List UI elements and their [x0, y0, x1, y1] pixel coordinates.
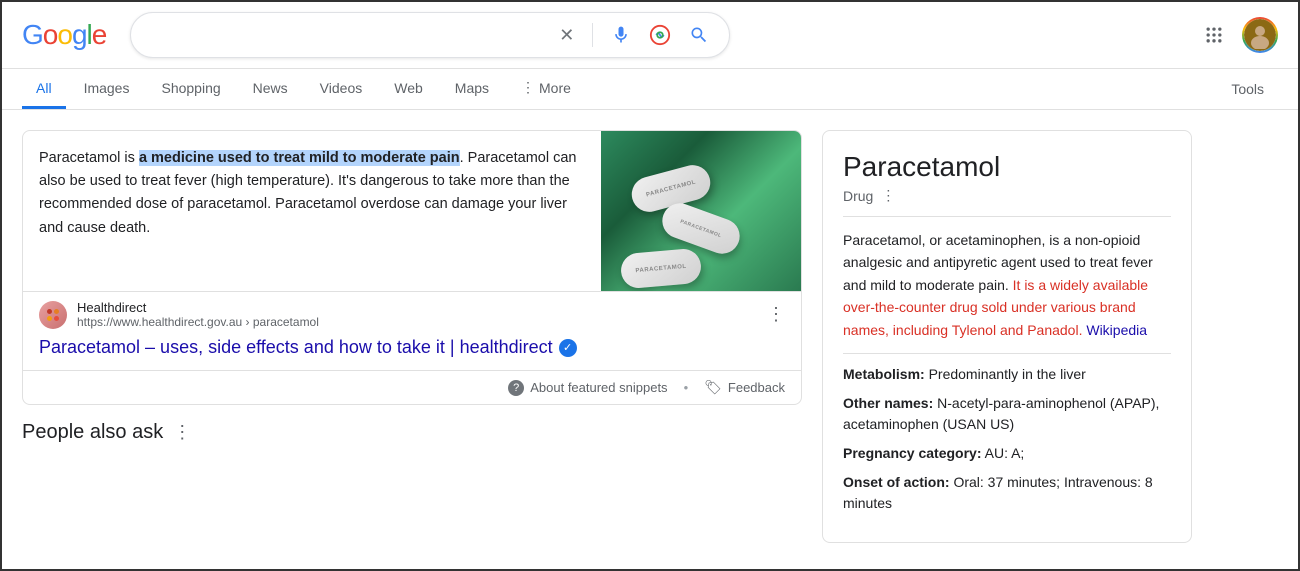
header: Google Paracetamol ✕: [2, 2, 1298, 69]
kp-other-names: Other names: N-acetyl-para-aminophenol (…: [843, 393, 1171, 435]
kp-pregnancy: Pregnancy category: AU: A;: [843, 443, 1171, 464]
tab-all[interactable]: All: [22, 70, 66, 109]
kp-metabolism: Metabolism: Predominantly in the liver: [843, 364, 1171, 385]
mic-button[interactable]: [607, 21, 635, 49]
main-content: Paracetamol is a medicine used to treat …: [2, 110, 1298, 541]
favicon-dot-1: [47, 309, 52, 314]
snippet-footer: ? About featured snippets • 🏷 Feedback: [23, 370, 801, 404]
nav-tabs: All Images Shopping News Videos Web Maps…: [2, 69, 1298, 110]
feedback-label: Feedback: [728, 380, 785, 395]
kp-title: Paracetamol: [843, 151, 1171, 183]
kp-type: Drug ⋮: [843, 187, 1171, 217]
search-icon: [689, 25, 709, 45]
clear-button[interactable]: ✕: [555, 21, 578, 50]
favicon-dot-4: [54, 316, 59, 321]
kp-wikipedia-link[interactable]: Wikipedia: [1082, 322, 1147, 338]
tools-button[interactable]: Tools: [1217, 71, 1278, 107]
search-divider: [592, 23, 593, 47]
tab-videos[interactable]: Videos: [306, 70, 377, 109]
more-dots-icon: ⋮: [521, 79, 535, 96]
tab-shopping[interactable]: Shopping: [147, 70, 234, 109]
about-snippets-button[interactable]: ? About featured snippets: [508, 380, 667, 396]
knowledge-panel: Paracetamol Drug ⋮ Paracetamol, or aceta…: [822, 130, 1192, 543]
feedback-icon: 🏷: [704, 379, 722, 396]
snippet-highlight: a medicine used to treat mild to moderat…: [139, 150, 460, 166]
people-ask-menu-icon[interactable]: ⋮: [173, 422, 191, 443]
grid-icon: [1204, 25, 1224, 45]
kp-other-names-label: Other names:: [843, 395, 933, 411]
lens-icon: [649, 24, 671, 46]
feedback-button[interactable]: 🏷 Feedback: [704, 379, 785, 396]
question-icon: ?: [508, 380, 524, 396]
search-icons: ✕: [555, 20, 713, 50]
tab-images[interactable]: Images: [70, 70, 144, 109]
search-bar: Paracetamol ✕: [130, 12, 730, 58]
tab-more[interactable]: ⋮ More: [507, 69, 585, 109]
favicon-dot-3: [47, 316, 52, 321]
grid-menu-button[interactable]: [1200, 21, 1228, 49]
favicon-dots: [47, 309, 59, 321]
kp-onset: Onset of action: Oral: 37 minutes; Intra…: [843, 472, 1171, 514]
avatar[interactable]: [1242, 17, 1278, 53]
source-link-text: Paracetamol – uses, side effects and how…: [39, 337, 553, 358]
kp-metabolism-value: Predominantly in the liver: [925, 366, 1086, 382]
about-snippets-label: About featured snippets: [530, 380, 667, 395]
source-url: https://www.healthdirect.gov.au › parace…: [77, 315, 753, 329]
source-name: Healthdirect: [77, 300, 753, 315]
kp-menu-icon[interactable]: ⋮: [881, 187, 895, 204]
favicon-dot-2: [54, 309, 59, 314]
pill-image-3: PARACETAMOL: [620, 248, 703, 290]
people-ask-title: People also ask: [22, 421, 163, 444]
source-favicon: [39, 301, 67, 329]
snippet-body: Paracetamol is a medicine used to treat …: [23, 131, 801, 291]
footer-separator: •: [684, 380, 689, 395]
source-info: Healthdirect https://www.healthdirect.go…: [77, 300, 753, 329]
kp-pregnancy-label: Pregnancy category:: [843, 445, 982, 461]
clear-icon: ✕: [559, 25, 574, 46]
kp-description: Paracetamol, or acetaminophen, is a non-…: [843, 229, 1171, 341]
left-panel: Paracetamol is a medicine used to treat …: [22, 130, 802, 541]
search-input[interactable]: Paracetamol: [147, 26, 555, 44]
people-also-ask-section: People also ask ⋮: [22, 421, 802, 444]
lens-button[interactable]: [645, 20, 675, 50]
kp-divider: [843, 353, 1171, 354]
header-right: [1200, 17, 1278, 53]
avatar-image: [1244, 19, 1276, 51]
search-button[interactable]: [685, 21, 713, 49]
snippet-image: PARACETAMOL PARACETAMOL PARACETAMOL: [601, 131, 801, 291]
kp-onset-label: Onset of action:: [843, 474, 950, 490]
source-menu-icon[interactable]: ⋮: [767, 304, 785, 325]
tab-maps[interactable]: Maps: [441, 70, 503, 109]
google-logo: Google: [22, 19, 106, 51]
snippet-source: Healthdirect https://www.healthdirect.go…: [23, 291, 801, 337]
snippet-text: Paracetamol is a medicine used to treat …: [23, 131, 601, 291]
source-link[interactable]: Paracetamol – uses, side effects and how…: [23, 337, 801, 370]
kp-pregnancy-value: AU: A;: [982, 445, 1025, 461]
featured-snippet: Paracetamol is a medicine used to treat …: [22, 130, 802, 405]
tab-web[interactable]: Web: [380, 70, 437, 109]
tab-news[interactable]: News: [239, 70, 302, 109]
kp-type-label: Drug: [843, 188, 873, 204]
mic-icon: [611, 25, 631, 45]
kp-metabolism-label: Metabolism:: [843, 366, 925, 382]
snippet-text-before: Paracetamol is: [39, 150, 139, 166]
verified-icon: ✓: [559, 339, 577, 357]
